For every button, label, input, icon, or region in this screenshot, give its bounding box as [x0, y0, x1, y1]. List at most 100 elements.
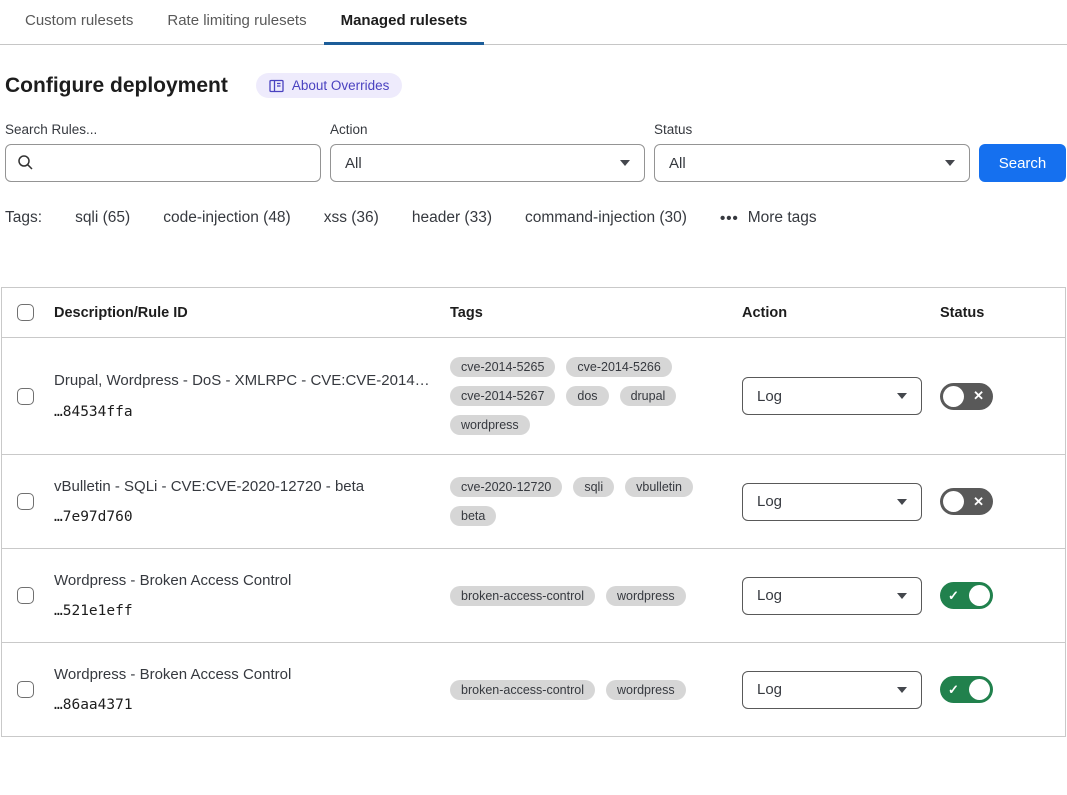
rule-id: …86aa4371 — [54, 697, 450, 713]
rule-action-select[interactable]: Log — [742, 577, 922, 615]
toggle-state-icon: ✓ — [948, 589, 959, 602]
rule-description: vBulletin - SQLi - CVE:CVE-2020-12720 - … — [54, 478, 450, 497]
toggle-state-icon: ✓ — [948, 683, 959, 696]
status-filter-value: All — [669, 155, 686, 172]
rule-status-toggle[interactable]: ✓ — [940, 582, 993, 609]
column-description: Description/Rule ID — [54, 305, 450, 321]
chevron-down-icon — [620, 160, 630, 166]
search-button[interactable]: Search — [979, 144, 1066, 182]
row-checkbox[interactable] — [17, 388, 34, 405]
toggle-knob — [969, 679, 990, 700]
status-filter-label: Status — [654, 122, 970, 137]
column-tags: Tags — [450, 305, 742, 321]
rule-description: Wordpress - Broken Access Control — [54, 666, 450, 685]
rule-tags: broken-access-control wordpress — [450, 680, 742, 700]
chevron-down-icon — [897, 393, 907, 399]
tag-pill: sqli — [573, 477, 614, 497]
tag-filter-link[interactable]: xss (36) — [324, 209, 379, 227]
tab[interactable]: Managed rulesets — [324, 0, 485, 45]
search-rules-input[interactable] — [5, 144, 321, 182]
book-icon — [269, 79, 284, 93]
tag-pill: cve-2020-12720 — [450, 477, 562, 497]
rule-action-value: Log — [757, 388, 782, 405]
more-tags-button[interactable]: ••• More tags — [720, 209, 817, 227]
tag-pill: dos — [566, 386, 608, 406]
action-filter-value: All — [345, 155, 362, 172]
toggle-knob — [943, 491, 964, 512]
table-header-row: Description/Rule ID Tags Action Status — [2, 288, 1065, 338]
rule-description: Wordpress - Broken Access Control — [54, 572, 450, 591]
rule-id: …84534ffa — [54, 404, 450, 420]
table-row: vBulletin - SQLi - CVE:CVE-2020-12720 - … — [2, 455, 1065, 549]
rule-tags: broken-access-control wordpress — [450, 586, 742, 606]
tag-filter-link[interactable]: code-injection (48) — [163, 209, 291, 227]
tag-pill: cve-2014-5267 — [450, 386, 555, 406]
rule-description: Drupal, Wordpress - DoS - XMLRPC - CVE:C… — [54, 372, 450, 391]
tab-label: Custom rulesets — [25, 12, 133, 29]
tags-bar-label: Tags: — [5, 209, 42, 227]
tab[interactable]: Rate limiting rulesets — [150, 0, 323, 45]
status-filter-select[interactable]: All — [654, 144, 970, 182]
action-filter-select[interactable]: All — [330, 144, 645, 182]
select-all-checkbox[interactable] — [17, 304, 34, 321]
rule-action-select[interactable]: Log — [742, 671, 922, 709]
tag-pill: broken-access-control — [450, 586, 595, 606]
page-title: Configure deployment — [5, 74, 228, 98]
about-overrides-badge[interactable]: About Overrides — [256, 73, 403, 98]
table-row: Wordpress - Broken Access Control …86aa4… — [2, 643, 1065, 737]
tab-bar: Custom rulesets Rate limiting rulesets M… — [0, 0, 1067, 45]
row-checkbox[interactable] — [17, 587, 34, 604]
rule-tags: cve-2014-5265 cve-2014-5266 cve-2014-526… — [450, 357, 742, 435]
rule-status-toggle[interactable]: ✕ — [940, 383, 993, 410]
tab-label: Managed rulesets — [341, 12, 468, 29]
more-tags-label: More tags — [748, 209, 817, 227]
rule-tags: cve-2020-12720 sqli vbulletin beta — [450, 477, 742, 526]
toggle-knob — [943, 386, 964, 407]
table-row: Drupal, Wordpress - DoS - XMLRPC - CVE:C… — [2, 338, 1065, 455]
tab-label: Rate limiting rulesets — [167, 12, 306, 29]
toggle-knob — [969, 585, 990, 606]
rule-action-value: Log — [757, 493, 782, 510]
column-action: Action — [742, 305, 940, 321]
chevron-down-icon — [897, 499, 907, 505]
table-row: Wordpress - Broken Access Control …521e1… — [2, 549, 1065, 643]
filter-row: Search Rules... Action All Status All Se… — [0, 122, 1067, 182]
page-head: Configure deployment About Overrides — [0, 45, 1067, 98]
rule-status-toggle[interactable]: ✕ — [940, 488, 993, 515]
rule-action-value: Log — [757, 681, 782, 698]
tag-pill: wordpress — [606, 586, 686, 606]
tag-pill: broken-access-control — [450, 680, 595, 700]
rule-action-value: Log — [757, 587, 782, 604]
managed-rules-table: Description/Rule ID Tags Action Status D… — [1, 287, 1066, 737]
tag-pill: wordpress — [450, 415, 530, 435]
chevron-down-icon — [897, 593, 907, 599]
search-label: Search Rules... — [5, 122, 321, 137]
toggle-state-icon: ✕ — [973, 389, 984, 402]
tag-pill: wordpress — [606, 680, 686, 700]
search-icon — [17, 154, 34, 176]
rule-status-toggle[interactable]: ✓ — [940, 676, 993, 703]
chevron-down-icon — [945, 160, 955, 166]
tag-pill: beta — [450, 506, 496, 526]
rule-id: …521e1eff — [54, 603, 450, 619]
chevron-down-icon — [897, 687, 907, 693]
tab[interactable]: Custom rulesets — [8, 0, 150, 45]
column-status: Status — [940, 305, 1065, 321]
row-checkbox[interactable] — [17, 493, 34, 510]
tag-filter-link[interactable]: header (33) — [412, 209, 492, 227]
rule-id: …7e97d760 — [54, 509, 450, 525]
ellipsis-icon: ••• — [720, 210, 739, 227]
rule-action-select[interactable]: Log — [742, 377, 922, 415]
tags-bar: Tags: sqli (65) code-injection (48) xss … — [0, 209, 1067, 227]
tag-pill: cve-2014-5265 — [450, 357, 555, 377]
about-overrides-label: About Overrides — [292, 78, 390, 93]
rule-action-select[interactable]: Log — [742, 483, 922, 521]
row-checkbox[interactable] — [17, 681, 34, 698]
toggle-state-icon: ✕ — [973, 495, 984, 508]
action-filter-label: Action — [330, 122, 645, 137]
tag-filter-link[interactable]: command-injection (30) — [525, 209, 687, 227]
tag-pill: cve-2014-5266 — [566, 357, 671, 377]
tag-filter-link[interactable]: sqli (65) — [75, 209, 130, 227]
tag-pill: drupal — [620, 386, 677, 406]
tag-pill: vbulletin — [625, 477, 693, 497]
